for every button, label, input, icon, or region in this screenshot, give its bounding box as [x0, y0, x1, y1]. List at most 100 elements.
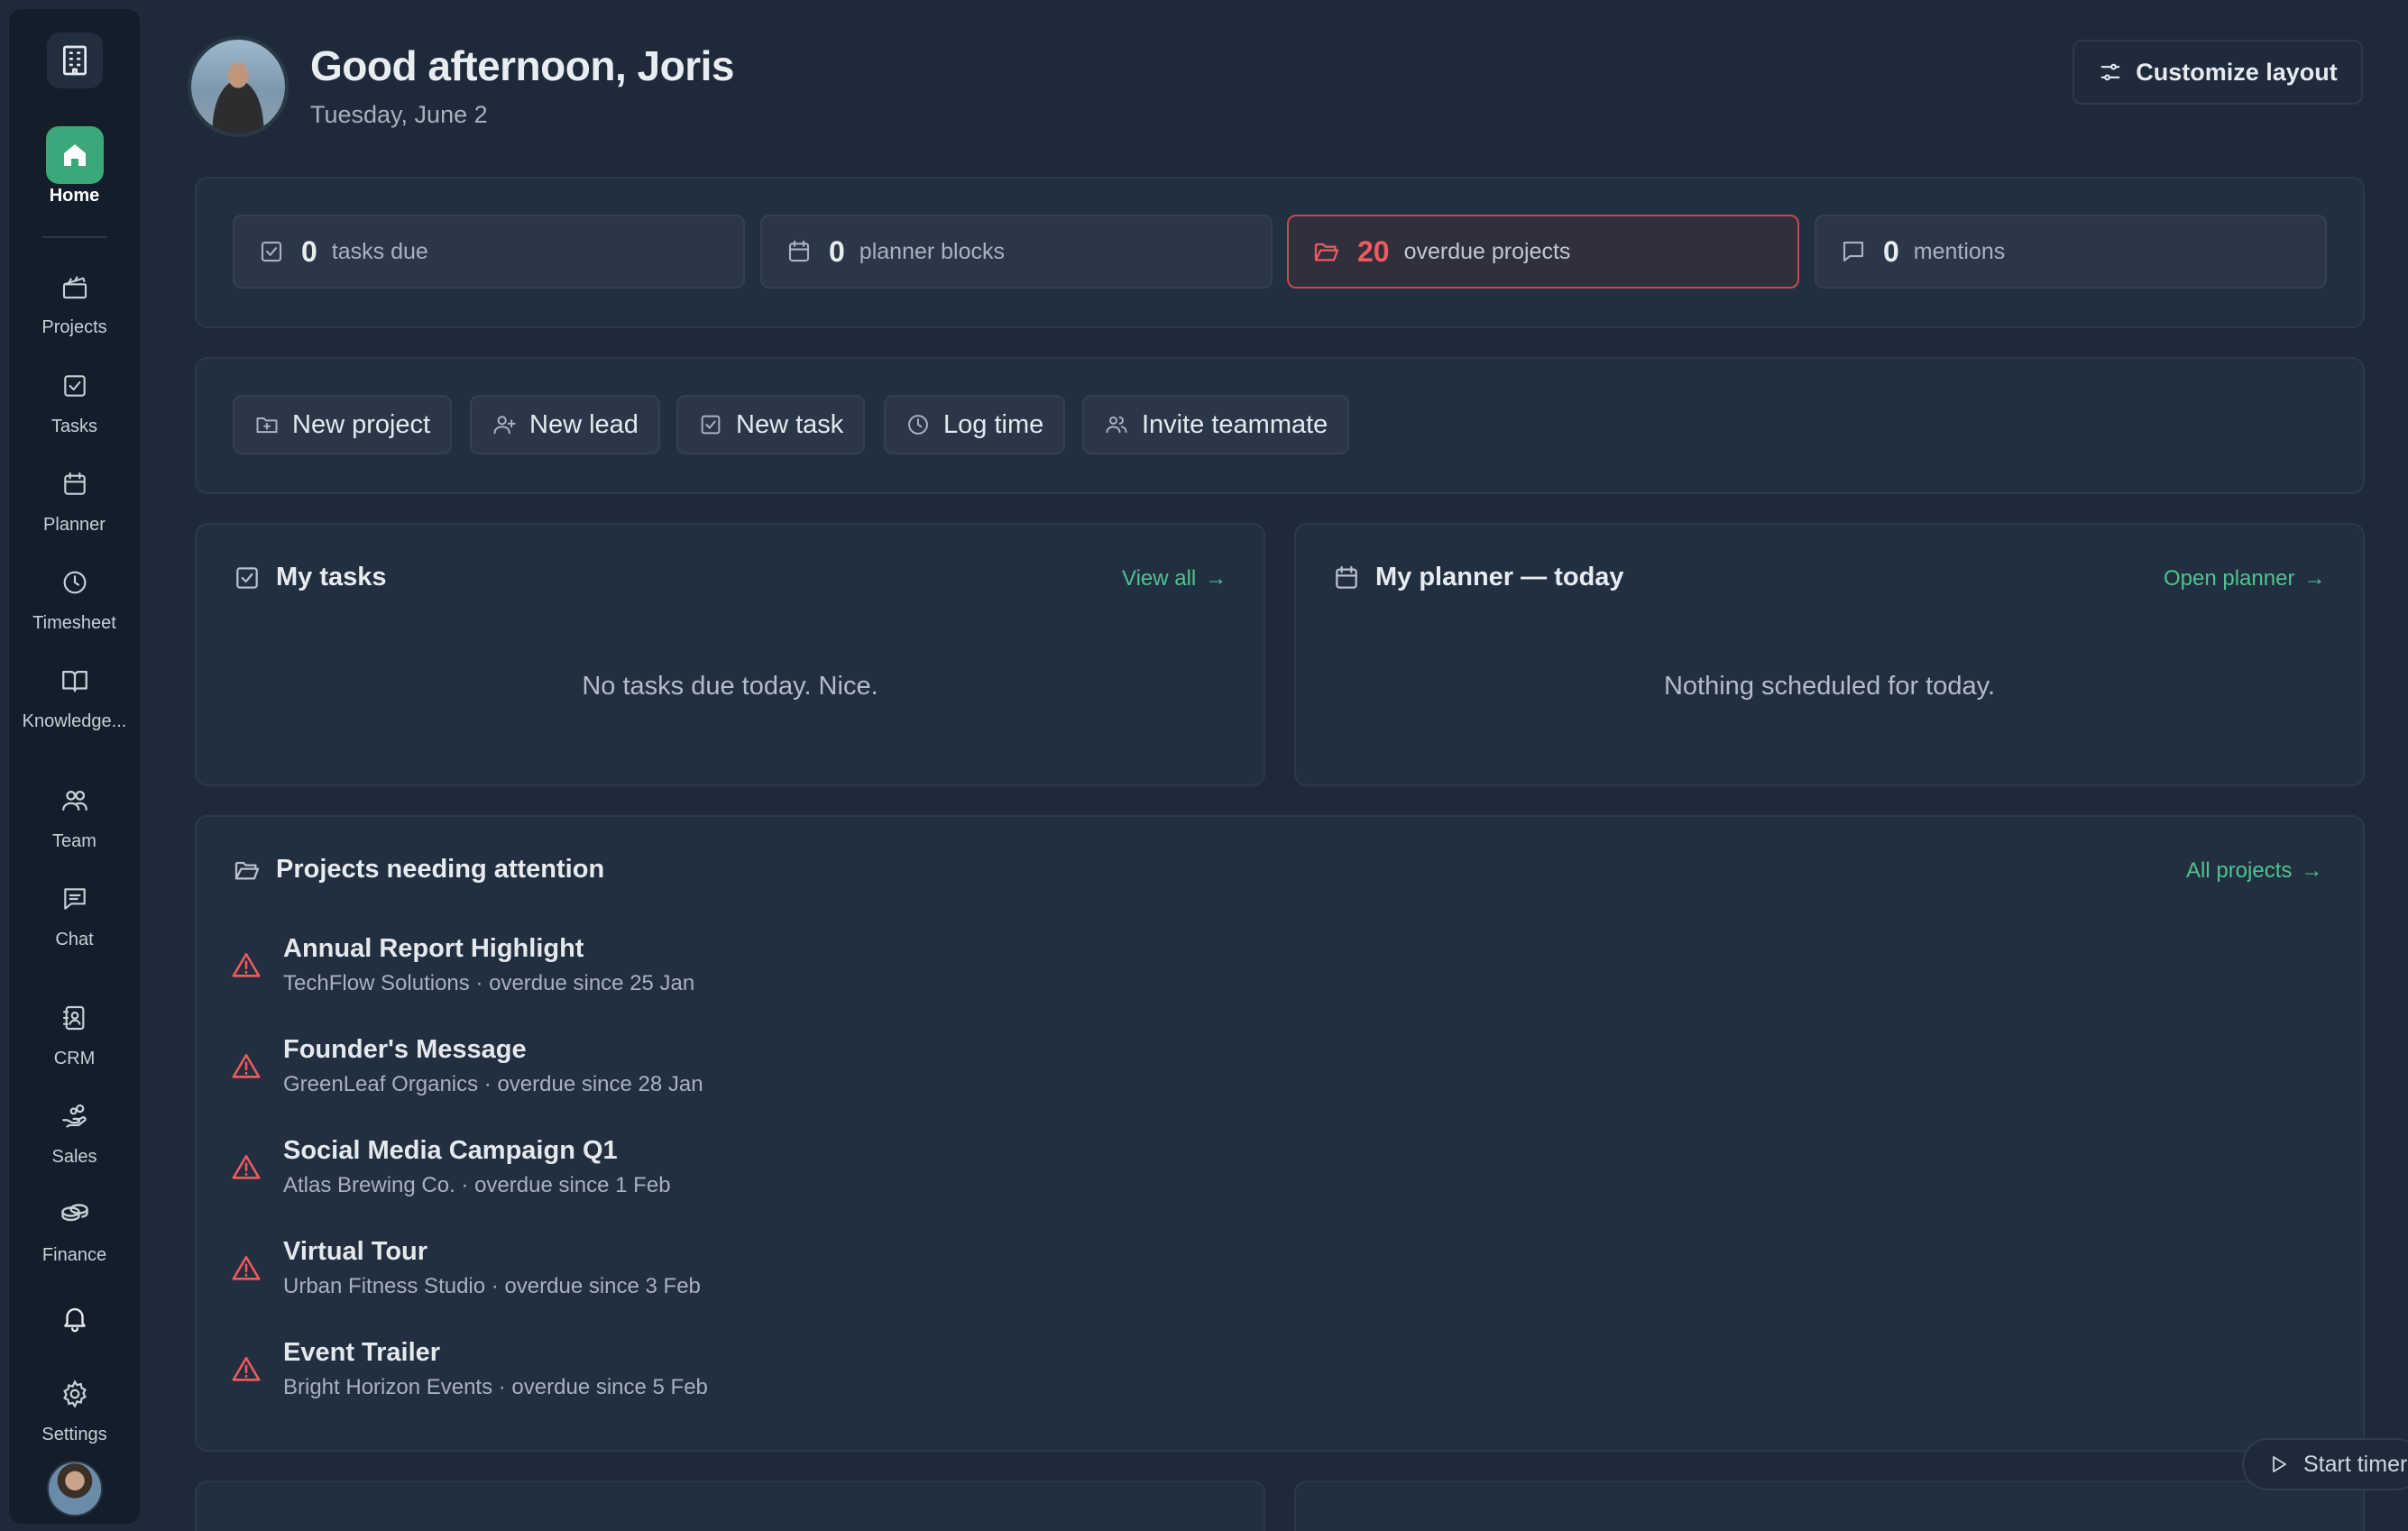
- stat-overdue-projects[interactable]: 20 overdue projects: [1287, 215, 1799, 289]
- checkbox-icon: [46, 357, 104, 415]
- stat-planner-blocks[interactable]: 0 planner blocks: [760, 215, 1273, 289]
- sidebar-item-planner[interactable]: Planner: [16, 455, 133, 536]
- sidebar-item-label: Sales: [51, 1147, 97, 1167]
- new-project-label: New project: [292, 409, 431, 439]
- calendar-icon: [1336, 565, 1357, 589]
- warning-icon: [232, 1255, 261, 1280]
- sidebar-item-timesheet[interactable]: Timesheet: [16, 554, 133, 634]
- project-name: Founder's Message: [283, 1035, 527, 1064]
- checkbox-icon: [701, 415, 721, 435]
- bottom-right-card: [1294, 1481, 2365, 1531]
- hand-coins-icon: [46, 1087, 104, 1145]
- users-icon: [46, 772, 104, 830]
- my-tasks-title: My tasks: [276, 563, 387, 591]
- start-timer-button[interactable]: Start timer: [2242, 1438, 2408, 1490]
- sidebar: Home Projects Tasks Planner Timesheet Kn…: [9, 9, 140, 1524]
- project-row[interactable]: Virtual Tour Urban Fitness Studio · over…: [231, 1237, 701, 1299]
- project-name: Virtual Tour: [283, 1237, 428, 1266]
- bottom-left-card: [195, 1481, 1265, 1531]
- warning-icon: [232, 952, 261, 977]
- invite-teammate-button[interactable]: Invite teammate: [1082, 395, 1350, 454]
- new-lead-button[interactable]: New lead: [470, 395, 660, 454]
- sliders-icon: [2100, 63, 2120, 81]
- project-row[interactable]: Annual Report Highlight TechFlow Solutio…: [231, 934, 694, 996]
- sidebar-item-projects[interactable]: Projects: [16, 258, 133, 338]
- sidebar-item-team[interactable]: Team: [16, 772, 133, 852]
- stat-mentions[interactable]: 0 mentions: [1815, 215, 2327, 289]
- open-planner-label: Open planner: [2164, 566, 2295, 591]
- sidebar-item-tasks[interactable]: Tasks: [16, 357, 133, 437]
- project-name: Annual Report Highlight: [283, 934, 584, 963]
- view-all-tasks-link[interactable]: View all →: [1122, 566, 1227, 591]
- start-timer-label: Start timer: [2303, 1451, 2408, 1477]
- comment-icon: [1843, 241, 1864, 262]
- profile-avatar[interactable]: [188, 36, 289, 137]
- sidebar-item-crm[interactable]: CRM: [16, 989, 133, 1069]
- sidebar-item-settings[interactable]: Settings: [16, 1365, 133, 1445]
- invite-teammate-label: Invite teammate: [1142, 409, 1328, 439]
- projects-attention-title: Projects needing attention: [276, 855, 605, 884]
- contact-book-icon: [46, 989, 104, 1047]
- stat-value: 20: [1357, 234, 1390, 268]
- sidebar-item-home[interactable]: Home: [16, 126, 133, 206]
- sidebar-item-finance[interactable]: Finance: [16, 1186, 133, 1266]
- calendar-icon: [788, 240, 810, 262]
- stat-label: planner blocks: [859, 238, 1006, 264]
- message-icon: [46, 870, 104, 928]
- notifications-button[interactable]: [16, 1289, 133, 1347]
- stat-value: 0: [829, 234, 845, 268]
- clock-icon: [46, 554, 104, 611]
- coins-icon: [46, 1186, 104, 1243]
- project-row[interactable]: Social Media Campaign Q1 Atlas Brewing C…: [231, 1136, 671, 1198]
- planner-title: My planner — today: [1375, 563, 1624, 591]
- projects-attention-header: Projects needing attention: [233, 855, 604, 885]
- warning-icon: [232, 1356, 261, 1381]
- arrow-right-icon: →: [2301, 858, 2323, 883]
- sidebar-item-label: Home: [49, 186, 100, 206]
- sidebar-item-label: Finance: [41, 1245, 107, 1265]
- project-name: Social Media Campaign Q1: [283, 1136, 618, 1165]
- sidebar-item-label: CRM: [53, 1049, 96, 1068]
- user-avatar[interactable]: [46, 1461, 103, 1517]
- book-icon: [46, 652, 104, 710]
- folder-plus-icon: [256, 417, 278, 434]
- stat-value: 0: [1883, 234, 1899, 268]
- project-meta: Atlas Brewing Co. · overdue since 1 Feb: [283, 1173, 671, 1197]
- checkbox-icon: [261, 241, 282, 262]
- sidebar-item-label: Projects: [41, 317, 107, 337]
- log-time-label: Log time: [943, 409, 1044, 439]
- gear-icon: [46, 1365, 104, 1423]
- new-task-button[interactable]: New task: [676, 395, 866, 454]
- project-name: Event Trailer: [283, 1338, 441, 1367]
- sidebar-item-chat[interactable]: Chat: [16, 870, 133, 950]
- users-icon: [1106, 416, 1127, 434]
- stat-label: mentions: [1913, 238, 2006, 264]
- customize-layout-button[interactable]: Customize layout: [2073, 40, 2363, 105]
- project-meta: Urban Fitness Studio · overdue since 3 F…: [283, 1274, 701, 1298]
- building-icon: [62, 45, 87, 76]
- stat-tasks-due[interactable]: 0 tasks due: [233, 215, 745, 289]
- clapperboard-icon: [46, 258, 104, 316]
- sidebar-item-label: Chat: [55, 930, 94, 949]
- stat-value: 0: [301, 234, 317, 268]
- sidebar-item-sales[interactable]: Sales: [16, 1087, 133, 1168]
- current-date: Tuesday, June 2: [310, 101, 488, 128]
- log-time-button[interactable]: Log time: [884, 395, 1066, 454]
- my-tasks-header: My tasks: [233, 563, 387, 592]
- stat-label: overdue projects: [1403, 238, 1571, 264]
- checkbox-icon: [236, 566, 258, 589]
- home-icon: [45, 126, 104, 184]
- arrow-right-icon: →: [2303, 566, 2326, 591]
- sidebar-divider: [41, 236, 107, 238]
- app-logo[interactable]: [46, 32, 103, 88]
- project-meta: TechFlow Solutions · overdue since 25 Ja…: [283, 971, 695, 995]
- new-task-label: New task: [736, 409, 844, 439]
- new-project-button[interactable]: New project: [233, 395, 453, 454]
- folder-open-icon: [234, 861, 260, 879]
- project-row[interactable]: Event Trailer Bright Horizon Events · ov…: [231, 1338, 708, 1400]
- sidebar-item-knowledge[interactable]: Knowledge...: [16, 652, 133, 732]
- project-row[interactable]: Founder's Message GreenLeaf Organics · o…: [231, 1035, 703, 1097]
- open-planner-link[interactable]: Open planner →: [2164, 566, 2325, 591]
- bell-icon: [46, 1289, 104, 1347]
- all-projects-link[interactable]: All projects →: [2186, 858, 2322, 884]
